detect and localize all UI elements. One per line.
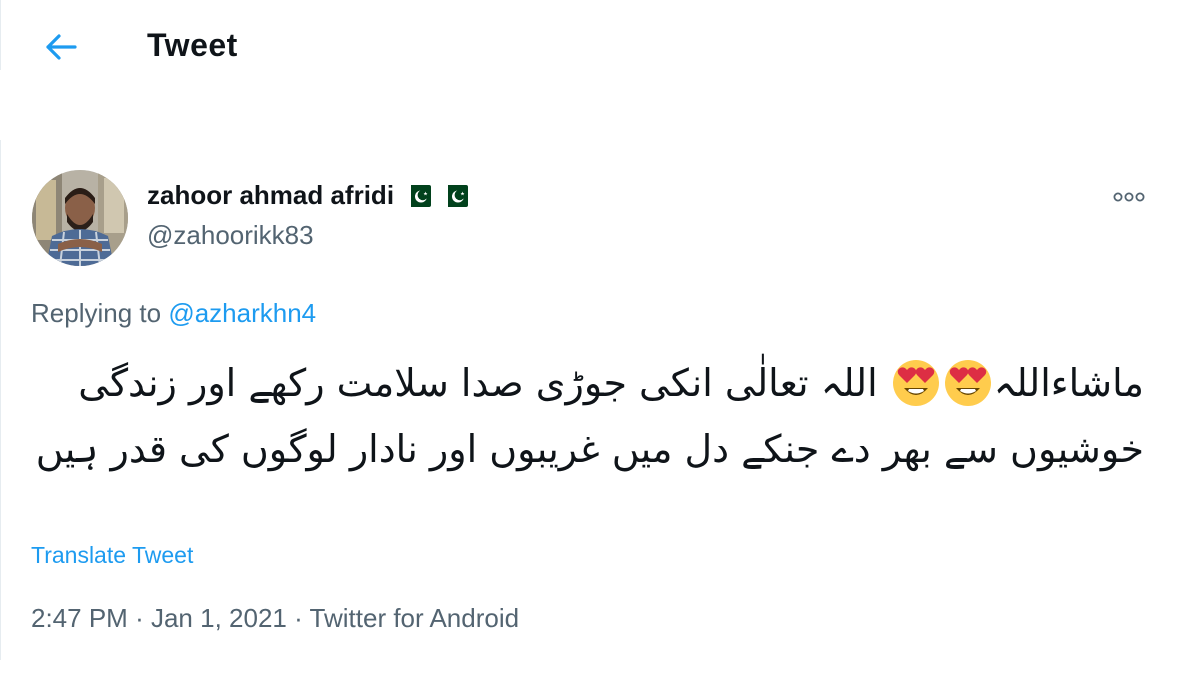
top-bar: Tweet bbox=[0, 0, 1200, 95]
heart-eyes-emoji bbox=[892, 360, 939, 406]
divider bbox=[0, 0, 1, 70]
replying-to-link[interactable]: @azharkhn4 bbox=[168, 298, 316, 328]
author-handle[interactable]: @zahoorikk83 bbox=[147, 220, 314, 251]
back-button[interactable] bbox=[38, 24, 84, 70]
arrow-left-icon bbox=[46, 34, 77, 60]
tweet-source[interactable]: Twitter for Android bbox=[310, 603, 520, 633]
more-options-icon bbox=[1113, 192, 1145, 202]
pakistan-flag-icon bbox=[404, 184, 432, 207]
tweet-text: ماشاءاللہ اللہ تعالٰی انکی جوڑی صدا سلام… bbox=[34, 350, 1144, 482]
replying-to: Replying to @azharkhn4 bbox=[31, 298, 316, 329]
heart-eyes-emoji bbox=[944, 360, 991, 406]
tweet-date[interactable]: Jan 1, 2021 bbox=[151, 603, 287, 633]
tweet-meta: 2:47 PM · Jan 1, 2021 · Twitter for Andr… bbox=[31, 603, 519, 634]
page-title: Tweet bbox=[147, 27, 238, 63]
divider bbox=[0, 140, 1, 660]
author-name[interactable]: zahoor ahmad afridi bbox=[147, 180, 469, 211]
avatar-image bbox=[32, 170, 128, 266]
pakistan-flag-icon bbox=[441, 184, 469, 207]
tweet-time[interactable]: 2:47 PM bbox=[31, 603, 128, 633]
author-name-text: zahoor ahmad afridi bbox=[147, 180, 395, 210]
more-options-button[interactable] bbox=[1106, 180, 1152, 214]
tweet-text-part: ماشاءاللہ bbox=[993, 361, 1144, 405]
translate-tweet-link[interactable]: Translate Tweet bbox=[31, 542, 193, 569]
meta-separator: · bbox=[294, 603, 303, 633]
meta-separator: · bbox=[135, 603, 144, 633]
replying-to-label: Replying to bbox=[31, 298, 162, 328]
avatar[interactable] bbox=[32, 170, 128, 266]
